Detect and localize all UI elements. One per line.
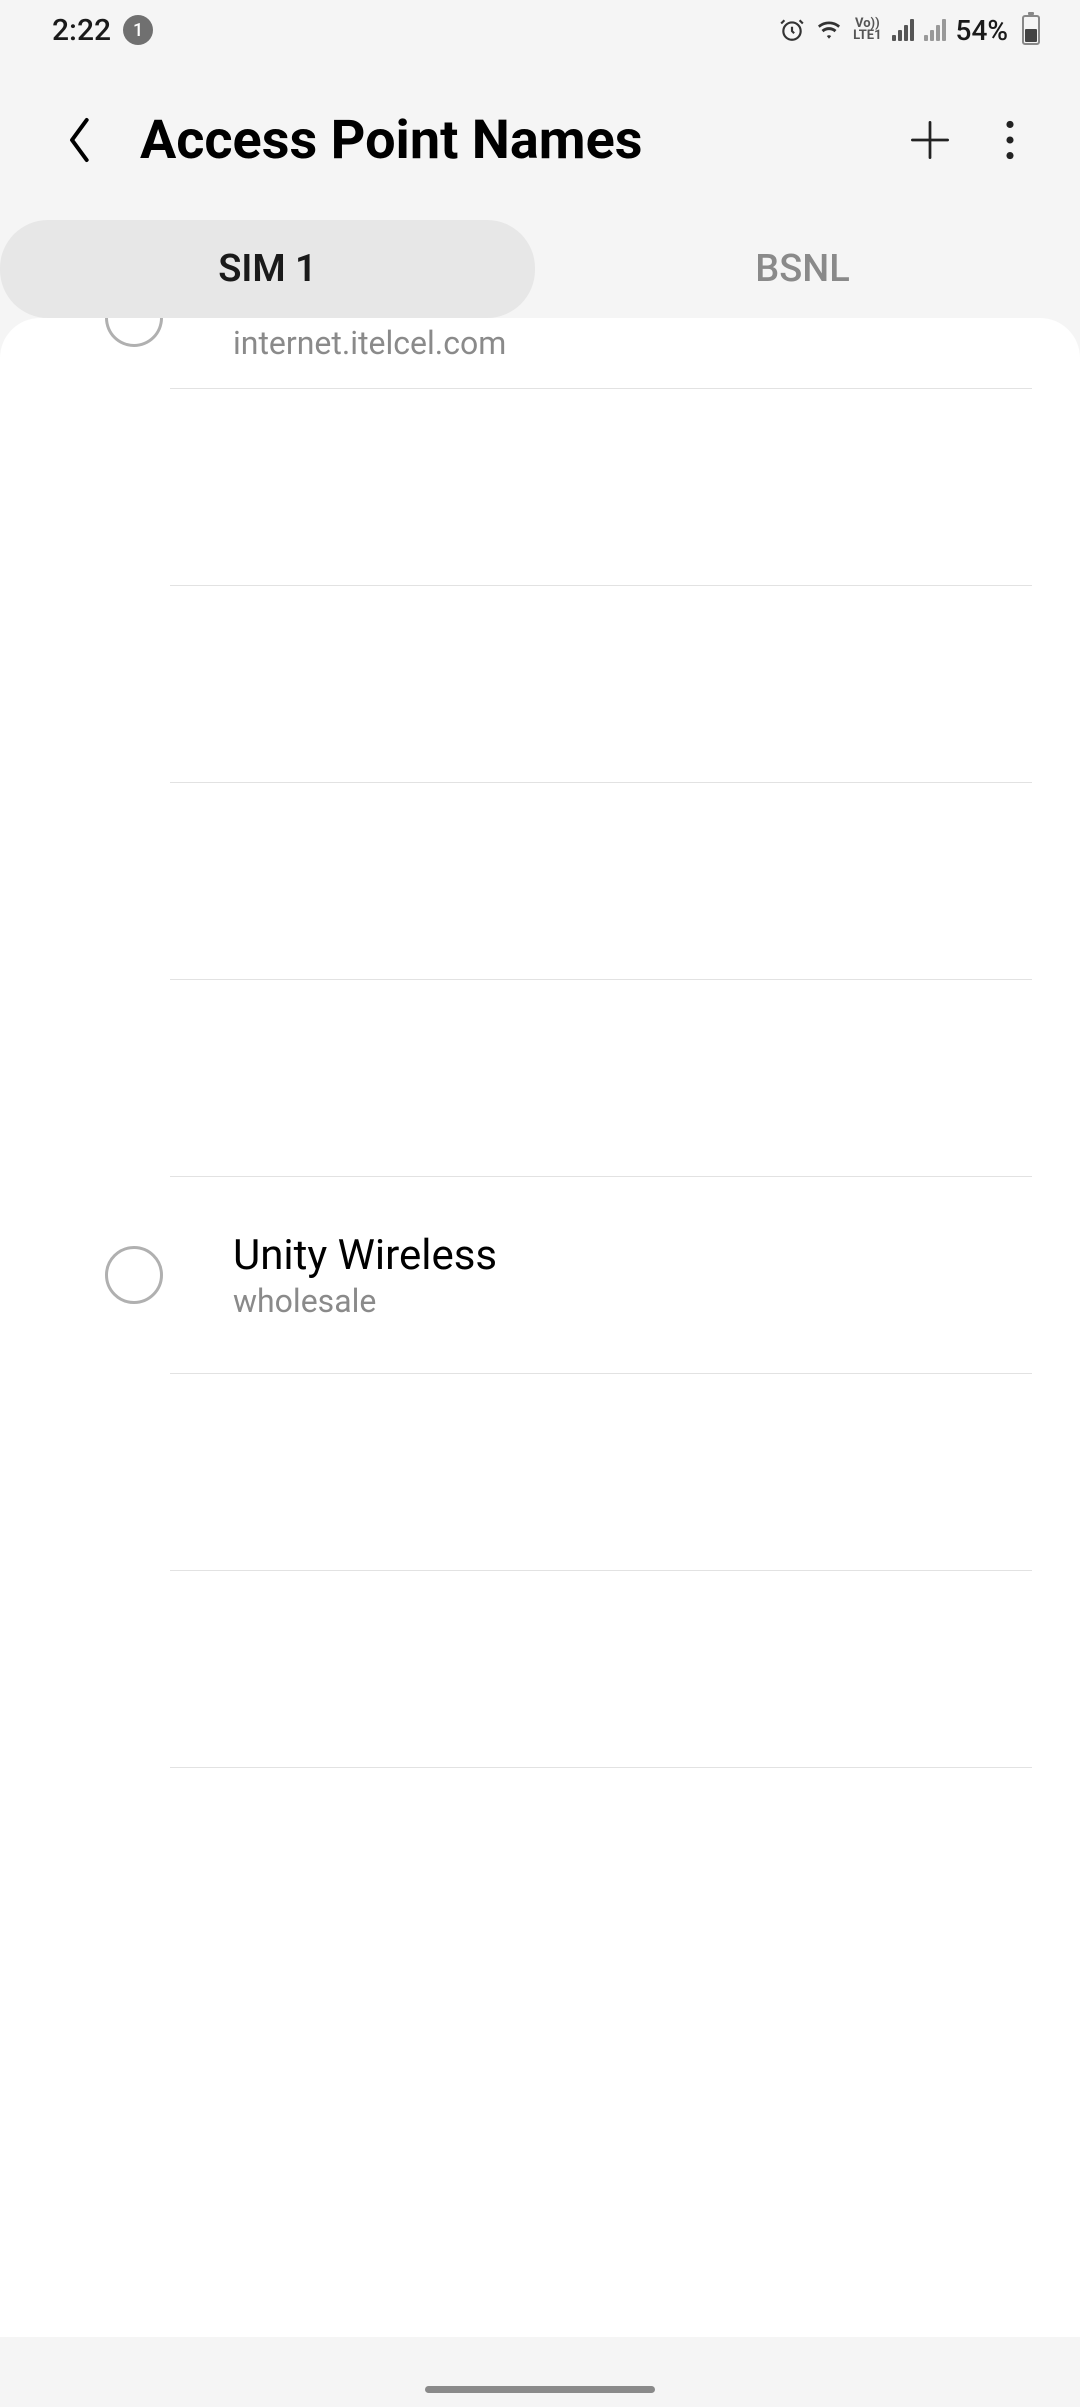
radio-unselected[interactable] — [105, 1246, 163, 1304]
apn-text: internet.itelcel.com — [233, 324, 506, 362]
apn-item-empty — [0, 783, 1080, 979]
battery-icon — [1022, 15, 1040, 45]
lte-label: LTE1 — [853, 30, 881, 42]
apn-name: Unity Wireless — [233, 1231, 497, 1280]
alarm-icon — [779, 17, 805, 43]
add-button[interactable] — [890, 100, 970, 180]
radio-unselected[interactable] — [105, 318, 163, 347]
apn-item-empty — [0, 1768, 1080, 1964]
battery-percent: 54% — [956, 14, 1008, 47]
app-header: Access Point Names — [0, 60, 1080, 220]
status-left: 2:22 1 — [52, 13, 153, 48]
wifi-icon — [815, 19, 843, 41]
apn-item-empty — [0, 980, 1080, 1176]
tab-label: BSNL — [755, 247, 849, 291]
status-right: Vo)) LTE1 54% — [779, 14, 1040, 47]
signal-icon-2 — [924, 19, 946, 41]
apn-list[interactable]: internet.itelcel.com Unity Wireless whol… — [0, 318, 1080, 2337]
apn-item[interactable]: internet.itelcel.com — [0, 318, 1080, 388]
status-bar: 2:22 1 Vo)) LTE1 54% — [0, 0, 1080, 60]
plus-icon — [908, 118, 952, 162]
page-title: Access Point Names — [140, 109, 890, 172]
tab-sim1[interactable]: SIM 1 — [0, 220, 535, 318]
back-button[interactable] — [50, 110, 110, 170]
apn-item-empty — [0, 1571, 1080, 1767]
apn-item-unity-wireless[interactable]: Unity Wireless wholesale — [0, 1177, 1080, 1373]
notification-count-badge: 1 — [123, 15, 153, 45]
gesture-navigation-bar[interactable] — [425, 2386, 655, 2393]
chevron-left-icon — [65, 116, 95, 164]
apn-value: internet.itelcel.com — [233, 324, 506, 362]
status-time: 2:22 — [52, 13, 111, 48]
apn-item-empty — [0, 1374, 1080, 1570]
apn-item-empty — [0, 389, 1080, 585]
signal-icon-1 — [892, 19, 914, 41]
apn-text: Unity Wireless wholesale — [233, 1231, 497, 1320]
apn-item-empty — [0, 586, 1080, 782]
tab-bsnl[interactable]: BSNL — [535, 220, 1070, 318]
more-options-button[interactable] — [970, 100, 1050, 180]
more-vertical-icon — [1005, 120, 1015, 160]
sim-tabs: SIM 1 BSNL — [0, 220, 1080, 318]
volte-icon: Vo)) LTE1 — [853, 18, 881, 41]
tab-label: SIM 1 — [218, 247, 317, 291]
apn-value: wholesale — [233, 1282, 497, 1320]
